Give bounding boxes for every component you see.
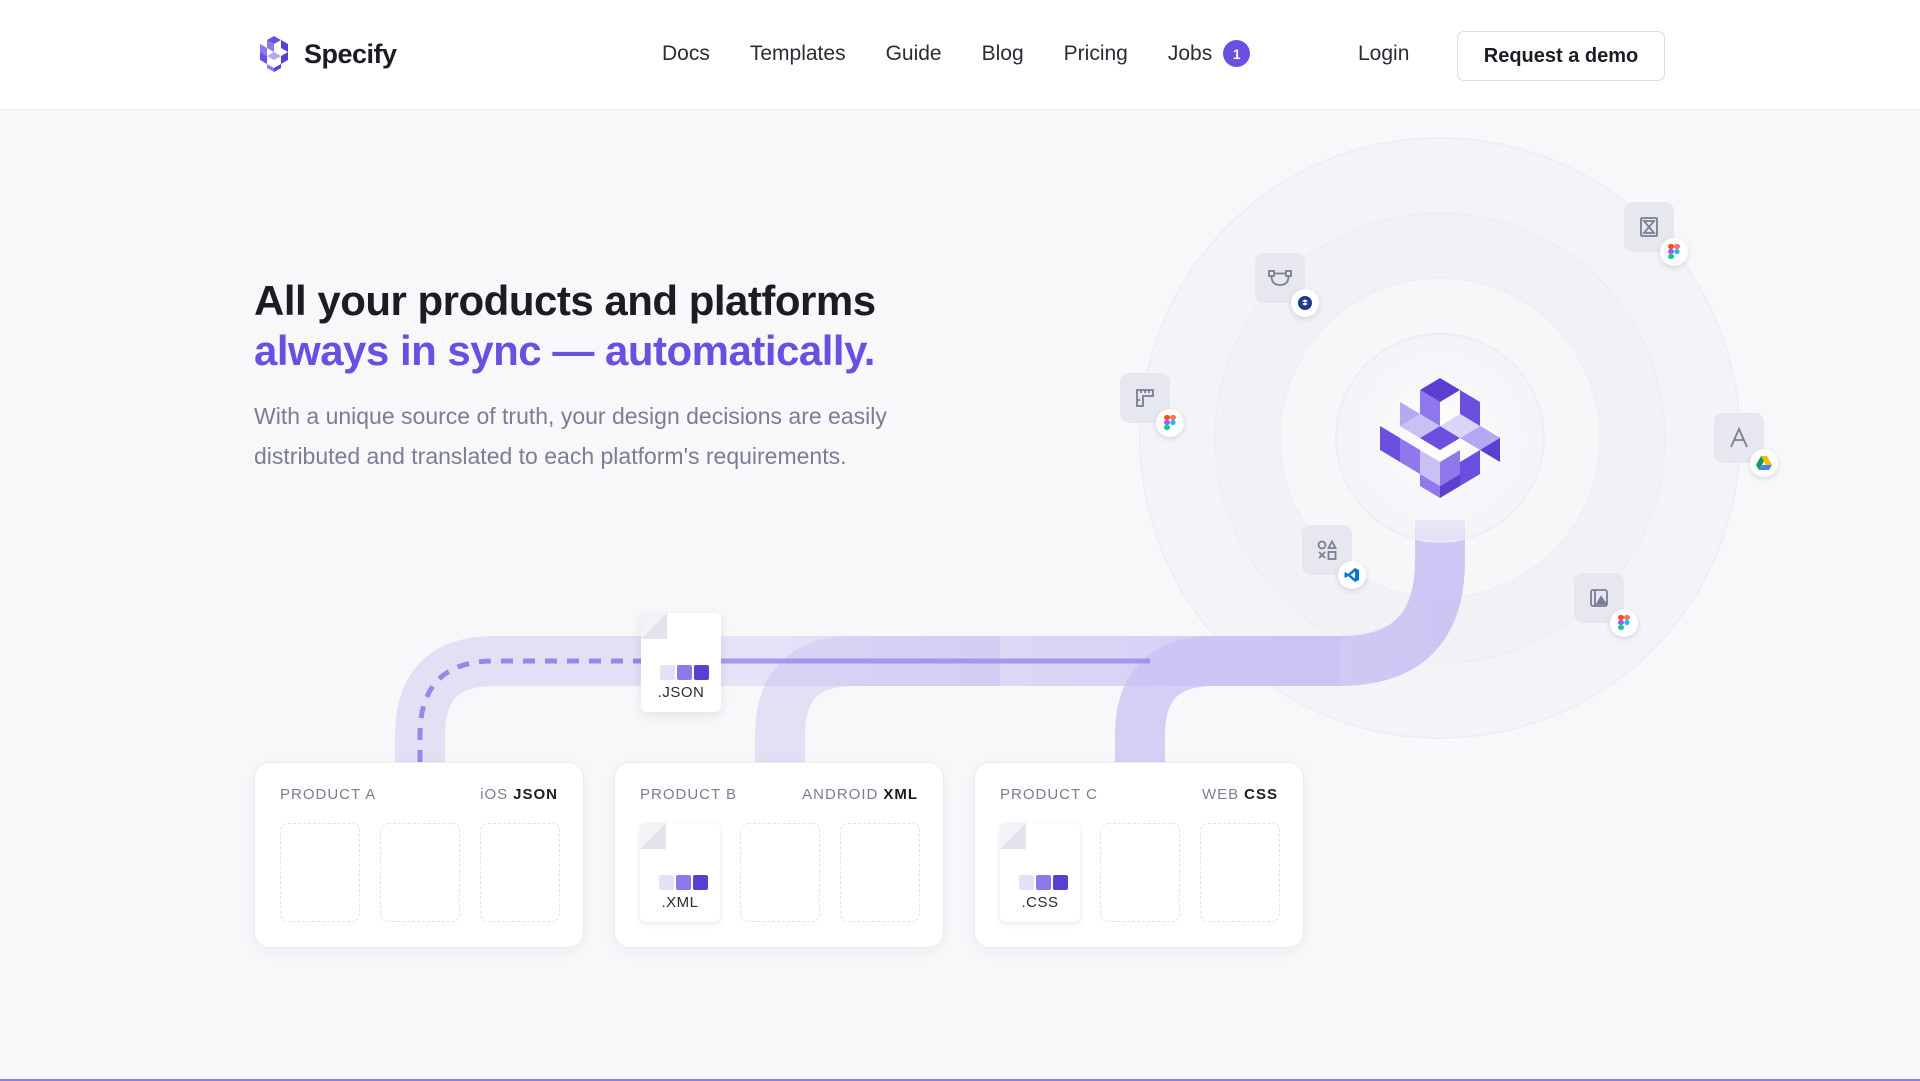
product-card-c: PRODUCT C WEB CSS .CSS — [974, 762, 1304, 948]
product-platform: ANDROID XML — [802, 786, 918, 803]
image-asset-icon — [1590, 589, 1608, 607]
file-extension-label: .CSS — [1021, 894, 1059, 911]
tool-spacing-ruler — [1120, 373, 1184, 437]
tool-image-asset — [1574, 573, 1638, 637]
file-slot — [480, 823, 560, 922]
nav-link-templates[interactable]: Templates — [750, 42, 846, 66]
file-fold — [1000, 823, 1026, 849]
main-nav: Docs Templates Guide Blog Pricing Jobs 1 — [662, 40, 1290, 67]
product-format: CSS — [1244, 786, 1278, 803]
color-swatches — [1019, 875, 1068, 890]
product-platform: WEB CSS — [1201, 786, 1278, 803]
spacing-ruler-icon — [1136, 389, 1154, 407]
figma-icon — [1610, 609, 1638, 637]
nav-link-jobs-label: Jobs — [1167, 41, 1213, 65]
shapes-icon — [1317, 539, 1338, 560]
product-card-b: PRODUCT B ANDROID XML .XML — [614, 762, 944, 948]
hero-heading-line-1: All your products and platforms — [254, 277, 876, 324]
file-slot — [280, 823, 360, 922]
product-format: XML — [883, 786, 918, 803]
hero-heading: All your products and platforms always i… — [254, 276, 876, 376]
tool-vector-path — [1255, 253, 1319, 317]
nav-link-pricing[interactable]: Pricing — [1064, 42, 1128, 66]
brand-name: Specify — [304, 38, 397, 69]
file-fold — [640, 823, 666, 849]
file-slot — [740, 823, 820, 922]
hourglass-icon — [1640, 217, 1658, 237]
specify-logo-icon — [260, 36, 288, 72]
file-slot — [840, 823, 920, 922]
xml-file-card: .XML — [640, 823, 720, 922]
pipe-to-product-c — [1115, 636, 1340, 762]
color-swatches — [660, 665, 709, 680]
tool-typography — [1714, 413, 1778, 477]
nav-link-docs[interactable]: Docs — [662, 42, 710, 66]
vscode-icon — [1338, 561, 1366, 589]
product-platform: iOS JSON — [480, 786, 558, 803]
figma-icon — [1156, 409, 1184, 437]
nav-link-blog[interactable]: Blog — [982, 42, 1024, 66]
file-slot — [380, 823, 460, 922]
top-navigation-bar: Specify Docs Templates Guide Blog Pricin… — [0, 0, 1920, 110]
product-name: PRODUCT A — [280, 786, 377, 803]
file-slot — [1100, 823, 1180, 922]
json-file-card: .JSON — [641, 613, 721, 712]
css-file-card: .CSS — [1000, 823, 1080, 922]
pipe-to-product-b — [755, 636, 1000, 762]
dropbox-icon — [1291, 289, 1319, 317]
file-fold — [641, 613, 667, 639]
tool-hourglass — [1624, 202, 1688, 266]
jobs-count-badge: 1 — [1223, 40, 1251, 67]
product-format: JSON — [513, 786, 558, 803]
font-a-icon — [1730, 426, 1748, 448]
google-drive-icon — [1750, 449, 1778, 477]
pipe-to-product-a — [395, 636, 650, 762]
file-extension-label: .JSON — [657, 684, 705, 701]
brand-logo[interactable]: Specify — [254, 34, 397, 74]
vector-path-icon — [1268, 270, 1292, 286]
tool-shapes — [1302, 525, 1366, 589]
pipe-dashed — [417, 658, 650, 762]
hero-subtitle: With a unique source of truth, your desi… — [254, 403, 887, 469]
product-card-a: PRODUCT A iOS JSON — [254, 762, 584, 948]
file-extension-label: .XML — [661, 894, 699, 911]
figma-icon — [1660, 238, 1688, 266]
product-name: PRODUCT B — [640, 786, 738, 803]
nav-link-guide[interactable]: Guide — [886, 42, 942, 66]
specify-hub-logo — [1380, 378, 1500, 498]
hub-circle — [1335, 333, 1545, 543]
color-swatches — [659, 875, 708, 890]
request-demo-button[interactable]: Request a demo — [1457, 31, 1665, 81]
file-slot — [1200, 823, 1280, 922]
nav-link-jobs[interactable]: Jobs 1 — [1167, 40, 1251, 67]
product-name: PRODUCT C — [1000, 786, 1098, 803]
login-link[interactable]: Login — [1358, 42, 1409, 66]
hero-heading-line-2: always in sync — automatically. — [254, 327, 875, 374]
